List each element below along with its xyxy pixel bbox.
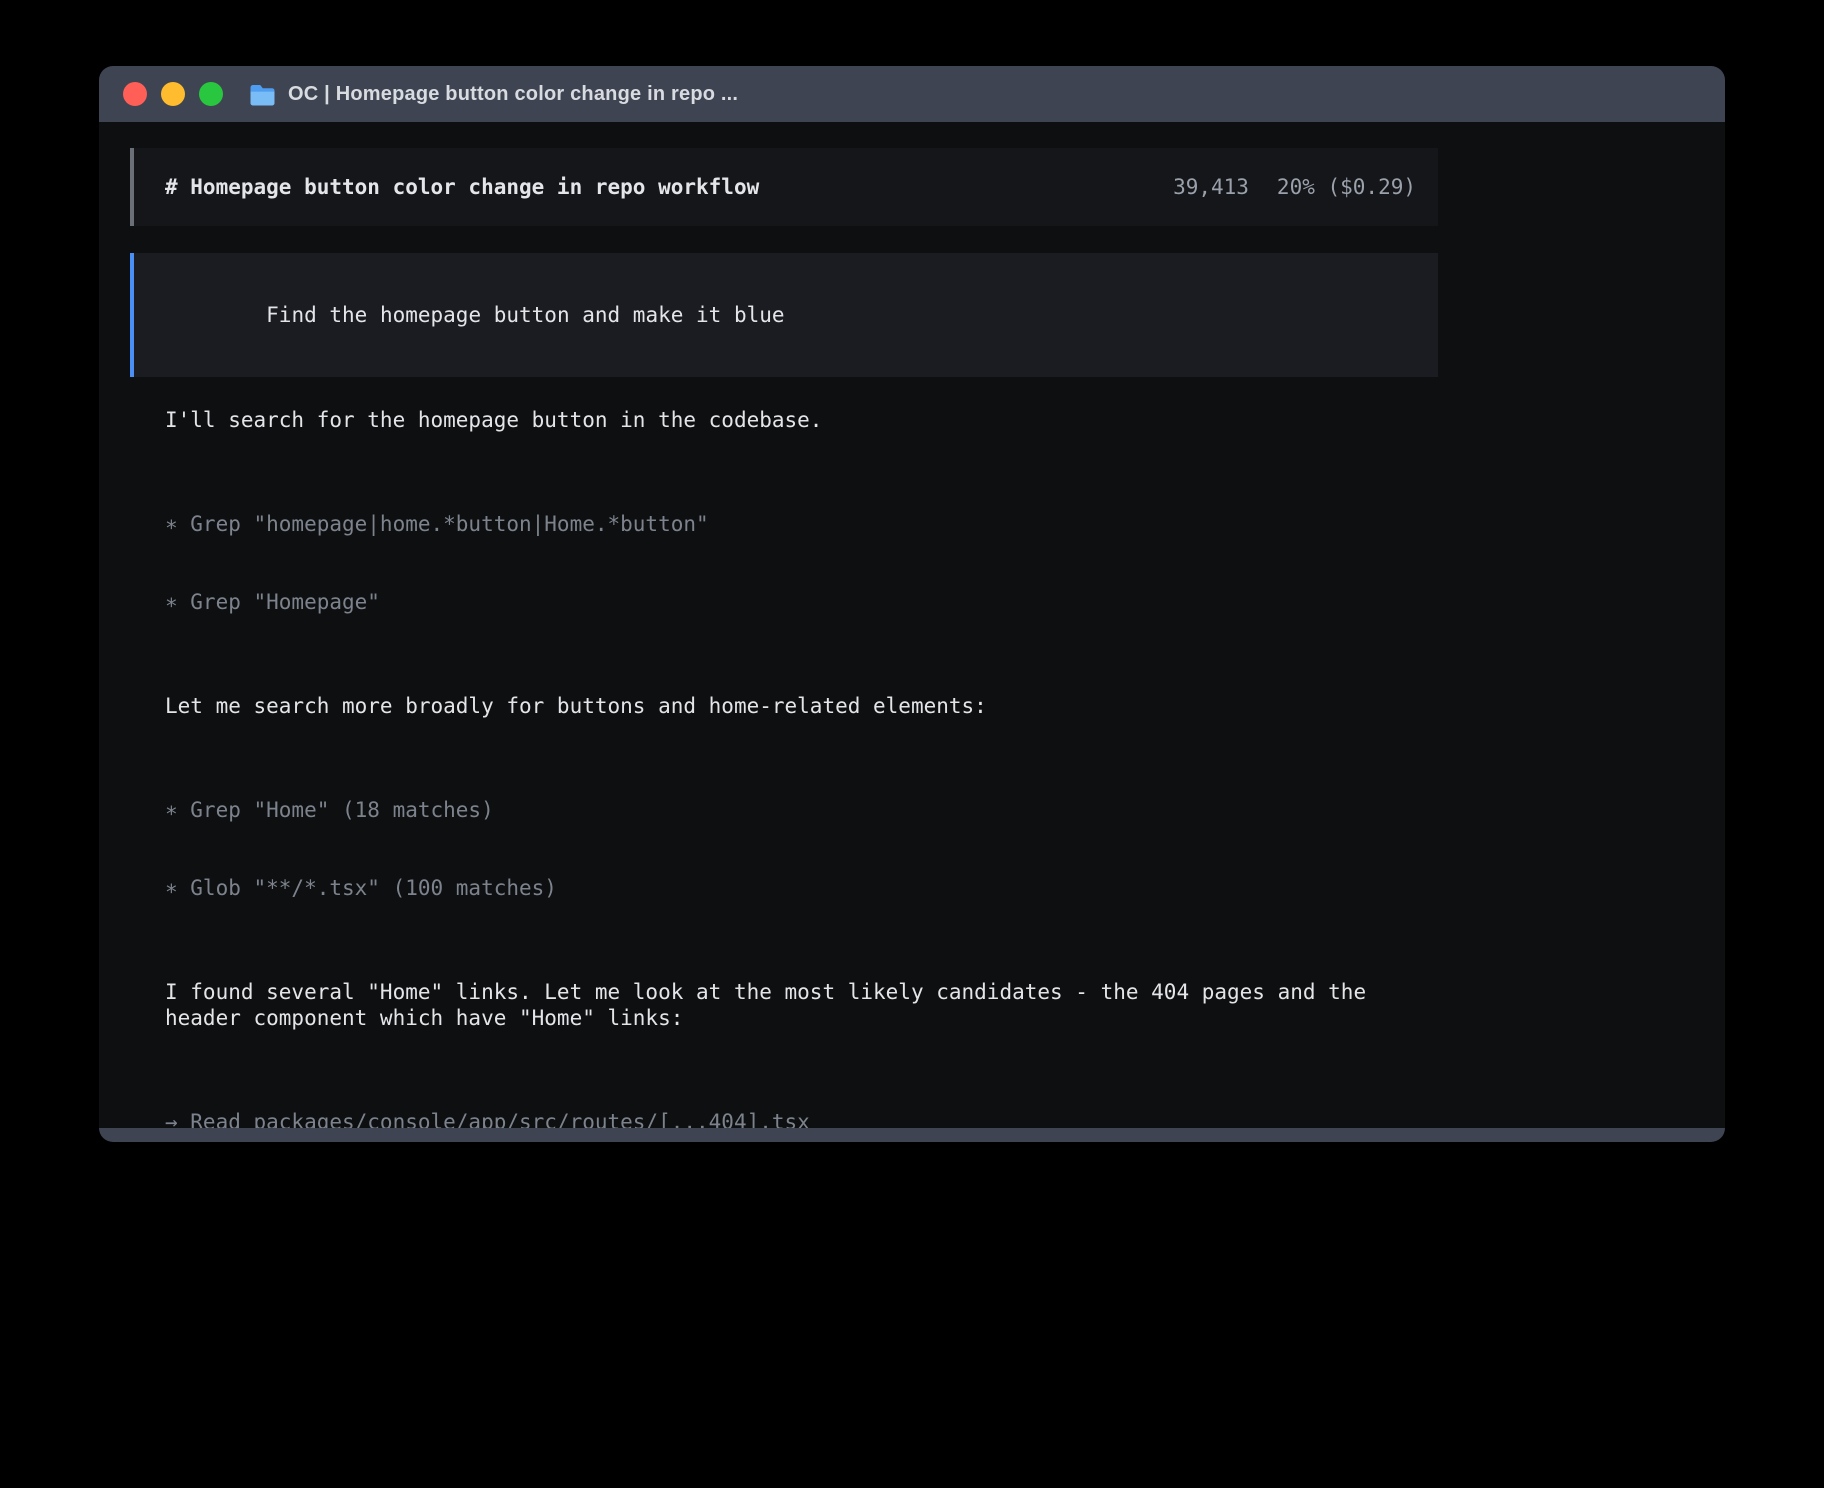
close-button[interactable] — [123, 82, 147, 106]
user-message: Find the homepage button and make it blu… — [130, 253, 1438, 377]
tool-call-read: → Read packages/console/app/src/routes/[… — [165, 1109, 1438, 1128]
tool-call-group: ∗ Grep "homepage|home.*button|Home.*butt… — [165, 459, 1438, 667]
session-header: # Homepage button color change in repo w… — [130, 148, 1438, 226]
terminal-content: # Homepage button color change in repo w… — [99, 122, 1725, 1128]
folder-icon — [249, 83, 276, 106]
tool-call-grep: ∗ Grep "Home" (18 matches) — [165, 797, 1438, 823]
user-message-text: Find the homepage button and make it blu… — [266, 303, 784, 327]
assistant-text: I'll search for the homepage button in t… — [165, 407, 1438, 433]
tool-call-grep: ∗ Grep "homepage|home.*button|Home.*butt… — [165, 511, 1438, 537]
tool-call-group: → Read packages/console/app/src/routes/[… — [165, 1057, 1438, 1128]
assistant-transcript: I'll search for the homepage button in t… — [165, 407, 1438, 1128]
tool-call-glob: ∗ Glob "**/*.tsx" (100 matches) — [165, 875, 1438, 901]
zoom-button[interactable] — [199, 82, 223, 106]
titlebar[interactable]: OC | Homepage button color change in rep… — [99, 66, 1725, 122]
terminal-window: OC | Homepage button color change in rep… — [99, 66, 1725, 1142]
traffic-lights — [123, 82, 223, 106]
assistant-text: Let me search more broadly for buttons a… — [165, 693, 1438, 719]
session-title: # Homepage button color change in repo w… — [165, 174, 759, 200]
tool-call-group: ∗ Grep "Home" (18 matches) ∗ Glob "**/*.… — [165, 745, 1438, 953]
context-usage: 20% ($0.29) — [1277, 174, 1416, 200]
tool-call-grep: ∗ Grep "Homepage" — [165, 589, 1438, 615]
window-title: OC | Homepage button color change in rep… — [288, 83, 738, 106]
token-count: 39,413 — [1173, 174, 1249, 200]
assistant-text: I found several "Home" links. Let me loo… — [165, 979, 1438, 1031]
session-stats: 39,413 20% ($0.29) — [1173, 174, 1416, 200]
minimize-button[interactable] — [161, 82, 185, 106]
